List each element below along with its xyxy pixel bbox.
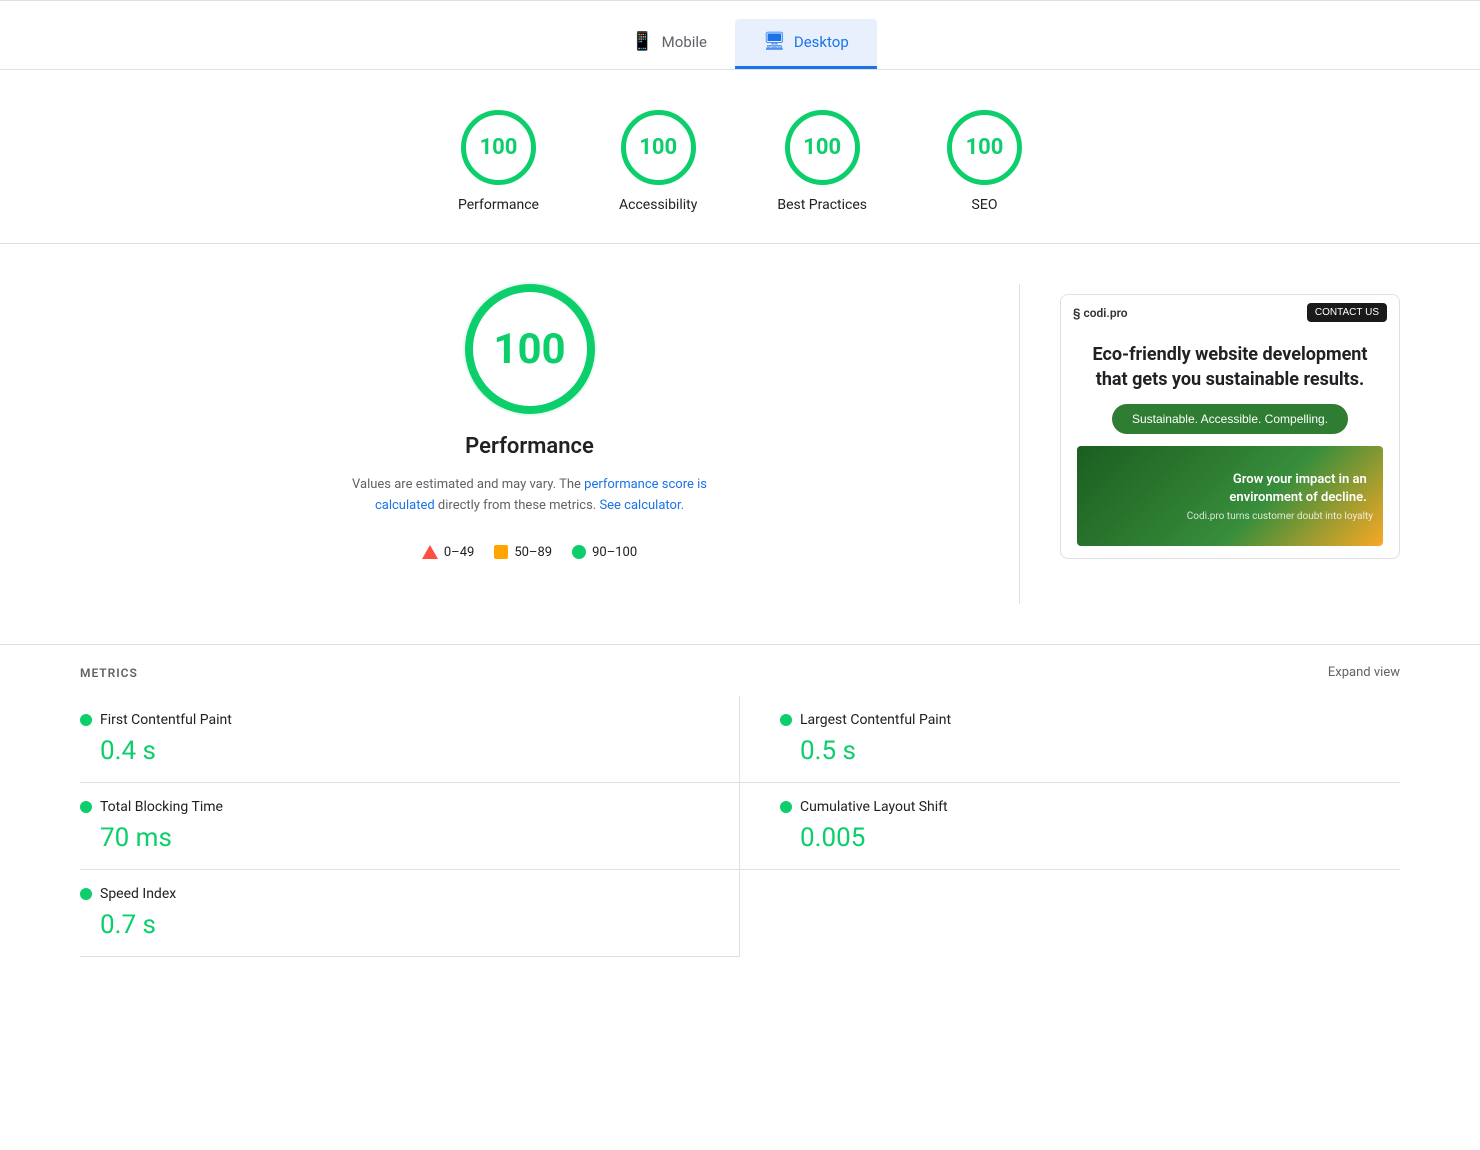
main-content: 100 Performance Values are estimated and… bbox=[0, 244, 1480, 644]
metric-si-value: 0.7 s bbox=[80, 910, 699, 940]
ad-body: Eco-friendly website development that ge… bbox=[1061, 330, 1399, 558]
legend: 0–49 50–89 90–100 bbox=[422, 545, 637, 560]
metric-fcp-name-row: First Contentful Paint bbox=[80, 712, 699, 728]
score-label-accessibility: Accessibility bbox=[619, 197, 697, 213]
right-panel: § codi.pro CONTACT US Eco-friendly websi… bbox=[1020, 284, 1400, 604]
ad-image-area: Grow your impact in an environment of de… bbox=[1077, 446, 1383, 546]
legend-item-low: 0–49 bbox=[422, 545, 474, 560]
score-circle-best-practices: 100 bbox=[785, 110, 860, 185]
desktop-icon: 🖥 bbox=[763, 31, 786, 52]
metric-cls-value: 0.005 bbox=[780, 823, 1400, 853]
legend-square-icon bbox=[494, 545, 508, 559]
ad-small-text: Codi.pro turns customer doubt into loyal… bbox=[1187, 511, 1373, 522]
metric-lcp-value: 0.5 s bbox=[780, 736, 1400, 766]
ad-header: § codi.pro CONTACT US bbox=[1061, 295, 1399, 330]
legend-range-high: 90–100 bbox=[592, 545, 637, 560]
legend-item-mid: 50–89 bbox=[494, 545, 552, 560]
legend-item-high: 90–100 bbox=[572, 545, 637, 560]
metric-cls-label: Cumulative Layout Shift bbox=[800, 799, 948, 815]
metric-si-label: Speed Index bbox=[100, 886, 176, 902]
score-seo: 100 SEO bbox=[947, 110, 1022, 213]
metric-tbt: Total Blocking Time 70 ms bbox=[80, 783, 740, 870]
expand-view-button[interactable]: Expand view bbox=[1328, 665, 1400, 680]
metric-fcp-value: 0.4 s bbox=[80, 736, 699, 766]
metric-lcp-name-row: Largest Contentful Paint bbox=[780, 712, 1400, 728]
metric-tbt-value: 70 ms bbox=[80, 823, 699, 853]
large-score-title: Performance bbox=[465, 434, 594, 459]
metrics-header: METRICS Expand view bbox=[80, 645, 1400, 696]
ad-logo: § codi.pro bbox=[1073, 306, 1128, 320]
description-prefix: Values are estimated and may vary. The bbox=[352, 477, 584, 492]
score-label-seo: SEO bbox=[972, 197, 998, 213]
page-wrapper: 📱 Mobile 🖥 Desktop 100 Performance 100 A… bbox=[0, 0, 1480, 957]
legend-range-low: 0–49 bbox=[444, 545, 474, 560]
metric-lcp-label: Largest Contentful Paint bbox=[800, 712, 951, 728]
large-score-circle: 100 bbox=[465, 284, 595, 414]
score-description: Values are estimated and may vary. The p… bbox=[340, 475, 720, 517]
ad-green-button[interactable]: Sustainable. Accessible. Compelling. bbox=[1112, 404, 1348, 434]
scores-section: 100 Performance 100 Accessibility 100 Be… bbox=[0, 70, 1480, 244]
metrics-grid: First Contentful Paint 0.4 s Largest Con… bbox=[80, 696, 1400, 957]
metric-si: Speed Index 0.7 s bbox=[80, 870, 740, 957]
legend-circle-icon bbox=[572, 545, 586, 559]
calculator-link[interactable]: See calculator. bbox=[599, 498, 684, 513]
score-label-performance: Performance bbox=[458, 197, 539, 213]
tab-bar: 📱 Mobile 🖥 Desktop bbox=[0, 1, 1480, 70]
score-circle-accessibility: 100 bbox=[621, 110, 696, 185]
score-performance: 100 Performance bbox=[458, 110, 539, 213]
ad-image-text: Grow your impact in an environment of de… bbox=[1187, 471, 1367, 507]
tab-mobile-label: Mobile bbox=[662, 33, 707, 51]
ad-contact-button[interactable]: CONTACT US bbox=[1307, 303, 1387, 322]
metric-si-name-row: Speed Index bbox=[80, 886, 699, 902]
metric-lcp-dot bbox=[780, 714, 792, 726]
ad-title: Eco-friendly website development that ge… bbox=[1077, 342, 1383, 392]
ad-card: § codi.pro CONTACT US Eco-friendly websi… bbox=[1060, 294, 1400, 559]
metrics-section: METRICS Expand view First Contentful Pai… bbox=[0, 644, 1480, 957]
metric-tbt-label: Total Blocking Time bbox=[100, 799, 223, 815]
tab-desktop-label: Desktop bbox=[794, 33, 849, 51]
tab-desktop[interactable]: 🖥 Desktop bbox=[735, 19, 877, 69]
ad-image-content: Grow your impact in an environment of de… bbox=[1187, 471, 1373, 522]
legend-triangle-icon bbox=[422, 545, 438, 559]
metric-tbt-name-row: Total Blocking Time bbox=[80, 799, 699, 815]
tab-mobile[interactable]: 📱 Mobile bbox=[603, 19, 735, 69]
metric-cls-dot bbox=[780, 801, 792, 813]
metric-fcp: First Contentful Paint 0.4 s bbox=[80, 696, 740, 783]
score-best-practices: 100 Best Practices bbox=[777, 110, 867, 213]
metric-cls: Cumulative Layout Shift 0.005 bbox=[740, 783, 1400, 870]
score-circle-seo: 100 bbox=[947, 110, 1022, 185]
metric-lcp: Largest Contentful Paint 0.5 s bbox=[740, 696, 1400, 783]
left-panel: 100 Performance Values are estimated and… bbox=[80, 284, 1020, 604]
score-accessibility: 100 Accessibility bbox=[619, 110, 697, 213]
metric-si-dot bbox=[80, 888, 92, 900]
description-middle: directly from these metrics. bbox=[435, 498, 600, 513]
metric-cls-name-row: Cumulative Layout Shift bbox=[780, 799, 1400, 815]
metrics-title: METRICS bbox=[80, 666, 138, 680]
score-label-best-practices: Best Practices bbox=[777, 197, 867, 213]
score-circle-performance: 100 bbox=[461, 110, 536, 185]
metric-fcp-label: First Contentful Paint bbox=[100, 712, 232, 728]
legend-range-mid: 50–89 bbox=[514, 545, 552, 560]
metric-fcp-dot bbox=[80, 714, 92, 726]
metric-tbt-dot bbox=[80, 801, 92, 813]
mobile-icon: 📱 bbox=[631, 31, 653, 52]
